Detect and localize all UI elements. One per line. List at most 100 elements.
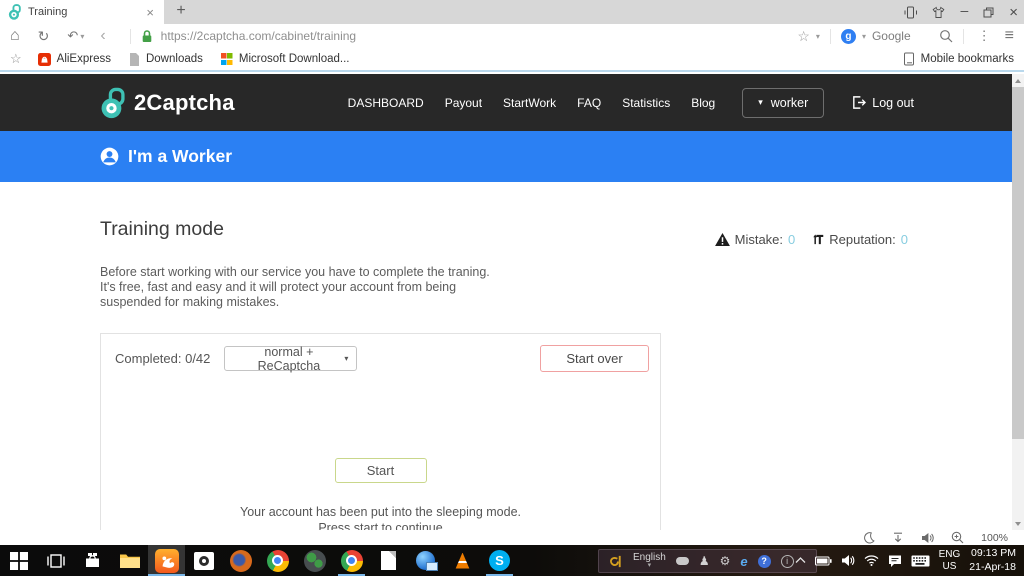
tray-time: 09:13 PM	[969, 547, 1016, 561]
sound-icon[interactable]	[921, 532, 934, 544]
tray-clock[interactable]: 09:13 PM 21-Apr-18	[969, 547, 1016, 574]
touch-keyboard-icon[interactable]	[911, 555, 930, 567]
bookmark-downloads[interactable]: Downloads	[129, 53, 203, 66]
more-options-icon[interactable]: ⋮	[978, 28, 991, 44]
night-mode-icon[interactable]	[863, 532, 875, 544]
new-tab-button[interactable]: +	[168, 0, 194, 24]
bookmark-microsoft-download[interactable]: Microsoft Download...	[221, 53, 350, 65]
mode-select[interactable]: normal + ReCaptcha ▾	[224, 346, 357, 371]
start-button[interactable]	[0, 545, 37, 576]
reputation-icon	[811, 233, 824, 246]
nav-statistics[interactable]: Statistics	[622, 96, 670, 110]
brand-name: 2Captcha	[134, 90, 235, 116]
firefox-button[interactable]	[222, 545, 259, 576]
site-header: 2Captcha DASHBOARD Payout StartWork FAQ …	[0, 74, 1012, 131]
notepad-button[interactable]	[370, 545, 407, 576]
stats: Mistake: 0 Reputation: 0	[715, 232, 908, 247]
touchpad-icon[interactable]	[676, 557, 689, 565]
notification-icon[interactable]	[888, 554, 902, 568]
mobile-view-icon[interactable]	[904, 6, 917, 19]
nav-dashboard[interactable]: DASHBOARD	[348, 96, 424, 110]
settings-gear-icon[interactable]: ⚙	[720, 555, 731, 567]
undo-icon[interactable]: ↶	[67, 28, 78, 44]
camera-app-button[interactable]	[185, 545, 222, 576]
zoom-level[interactable]: 100%	[981, 532, 1008, 544]
chrome-button[interactable]	[259, 545, 296, 576]
bookmark-aliexpress[interactable]: AliExpress	[38, 53, 111, 66]
taskbar-apps: S	[0, 545, 518, 576]
url-text: https://2captcha.com/cabinet/training	[161, 29, 356, 43]
mobile-bookmarks-icon	[903, 52, 915, 66]
volume-icon[interactable]	[841, 554, 855, 567]
2captcha-lock-icon	[100, 87, 125, 119]
bookmark-dropdown-icon[interactable]: ▾	[816, 32, 820, 41]
card-toolbar: Completed: 0/42 normal + ReCaptcha ▾ Sta…	[115, 345, 649, 372]
browser-tab[interactable]: Training ×	[0, 0, 164, 24]
zoom-icon[interactable]	[951, 531, 964, 544]
pawn-icon[interactable]: ♟	[699, 555, 710, 567]
page-scrollbar[interactable]	[1012, 74, 1024, 530]
nav-blog[interactable]: Blog	[691, 96, 715, 110]
uc-browser-button[interactable]	[148, 545, 185, 576]
windows-taskbar: S English ▾ ♟ ⚙ e ? i ENG US	[0, 545, 1024, 576]
close-window-icon[interactable]: ×	[1009, 5, 1018, 20]
start-button[interactable]: Start	[335, 458, 427, 483]
logout-button[interactable]: Log out	[851, 95, 914, 110]
tray-language[interactable]: ENG US	[939, 549, 961, 573]
browser-tab-bar: Training × + – ×	[0, 0, 1024, 24]
task-view-button[interactable]	[37, 545, 74, 576]
worker-dropdown[interactable]: ▾ worker	[742, 88, 824, 118]
divider	[130, 29, 131, 44]
refresh-icon[interactable]: ↻	[38, 28, 50, 45]
close-tab-icon[interactable]: ×	[144, 5, 156, 20]
stat-label: Mistake:	[735, 232, 783, 247]
bookmark-star-icon[interactable]: ☆	[797, 28, 810, 45]
internet-button[interactable]	[407, 545, 444, 576]
mobile-bookmarks[interactable]: Mobile bookmarks	[903, 52, 1014, 66]
nav-faq[interactable]: FAQ	[577, 96, 601, 110]
vlc-cone-icon	[454, 553, 472, 569]
nav-startwork[interactable]: StartWork	[503, 96, 556, 110]
start-over-button[interactable]: Start over	[540, 345, 649, 372]
scroll-down-button[interactable]	[1012, 517, 1024, 530]
scroll-up-button[interactable]	[1012, 74, 1024, 87]
screen: Training × + – × ⌂ ↻ ↶ ▾ ‹ https://2capt…	[0, 0, 1024, 576]
triangle-down-icon	[1015, 522, 1021, 526]
language-selector[interactable]: English ▾	[633, 553, 666, 569]
nav-payout[interactable]: Payout	[445, 96, 482, 110]
downloads-icon[interactable]	[892, 532, 904, 544]
camera-icon	[194, 552, 214, 570]
minimize-icon[interactable]: –	[960, 3, 968, 21]
restore-icon[interactable]	[983, 7, 994, 18]
info-icon[interactable]: i	[781, 555, 794, 568]
warning-icon	[715, 233, 730, 246]
reputation-stat: Reputation: 0	[811, 232, 908, 247]
chrome-beta-button[interactable]	[333, 545, 370, 576]
search-icon[interactable]	[939, 29, 953, 43]
aliexpress-icon	[38, 53, 51, 66]
hidden-icons-chevron[interactable]	[795, 557, 806, 564]
privacy-browser-button[interactable]	[296, 545, 333, 576]
battery-icon[interactable]	[815, 556, 832, 566]
home-icon[interactable]: ⌂	[10, 27, 20, 45]
network-globe-icon	[416, 551, 435, 570]
logout-label: Log out	[872, 96, 914, 110]
site-logo[interactable]: 2Captcha	[100, 87, 235, 119]
menu-icon[interactable]: ≡	[1005, 27, 1014, 45]
skype-button[interactable]: S	[481, 545, 518, 576]
search-engine-selector[interactable]: g ▾ Google	[841, 29, 939, 44]
url-field[interactable]: https://2captcha.com/cabinet/training	[141, 29, 798, 43]
bookmarks-star-icon[interactable]: ☆	[10, 51, 22, 67]
back-icon[interactable]: ‹	[100, 27, 105, 45]
vlc-button[interactable]	[444, 545, 481, 576]
system-tray: ENG US 09:13 PM 21-Apr-18	[795, 545, 1024, 576]
wifi-icon[interactable]	[864, 555, 879, 566]
file-explorer-button[interactable]	[111, 545, 148, 576]
ie-icon[interactable]: e	[740, 555, 747, 568]
microsoft-store-button[interactable]	[74, 545, 111, 576]
firefox-icon	[230, 550, 252, 572]
theme-skin-icon[interactable]	[932, 6, 945, 19]
help-icon[interactable]: ?	[758, 555, 771, 568]
scrollbar-thumb[interactable]	[1012, 87, 1024, 439]
undo-dropdown-icon[interactable]: ▾	[80, 32, 84, 41]
